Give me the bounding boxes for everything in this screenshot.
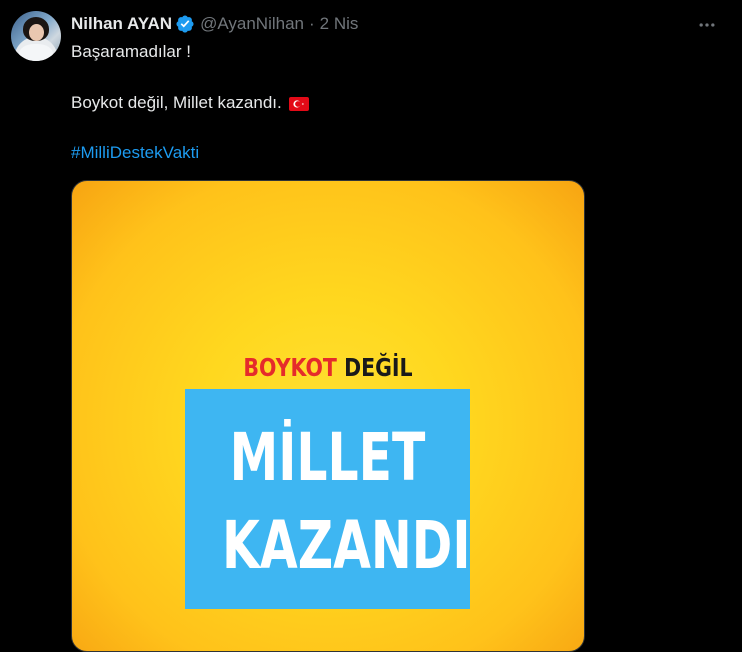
- author-name[interactable]: Nilhan AYAN: [71, 14, 172, 34]
- author-handle[interactable]: @AyanNilhan: [200, 14, 304, 34]
- poster-headline: BOYKOT DEĞİL: [118, 353, 538, 382]
- poster-line-kazandi: KAZANDI: [222, 507, 471, 584]
- verified-badge-icon[interactable]: [175, 14, 195, 34]
- tweet-text-line-1: Başaramadılar !: [71, 42, 191, 61]
- author-avatar[interactable]: [11, 11, 61, 61]
- hashtag-link[interactable]: #MilliDestekVakti: [71, 143, 199, 163]
- avatar-shirt: [19, 44, 53, 61]
- tweet-date[interactable]: 2 Nis: [320, 14, 359, 34]
- header-separator: ·: [309, 14, 315, 33]
- more-options-icon[interactable]: [695, 13, 719, 37]
- poster-blue-box: MİLLET KAZANDI: [185, 389, 471, 609]
- turkey-flag-icon: [288, 96, 309, 111]
- tweet-text-line-2: Boykot değil, Millet kazandı.: [71, 93, 309, 113]
- poster-word-boykot: BOYKOT: [243, 353, 337, 382]
- avatar-face: [29, 24, 44, 41]
- tweet-text-line-2-text: Boykot değil, Millet kazandı.: [71, 93, 282, 112]
- poster-line-millet: MİLLET: [229, 419, 426, 496]
- tweet-media-image[interactable]: BOYKOT DEĞİL MİLLET KAZANDI: [71, 180, 585, 652]
- tweet-header: Nilhan AYAN @AyanNilhan · 2 Nis: [71, 13, 358, 35]
- poster-word-degil: DEĞİL: [344, 353, 413, 382]
- tweet[interactable]: Nilhan AYAN @AyanNilhan · 2 Nis Başarama…: [0, 0, 742, 652]
